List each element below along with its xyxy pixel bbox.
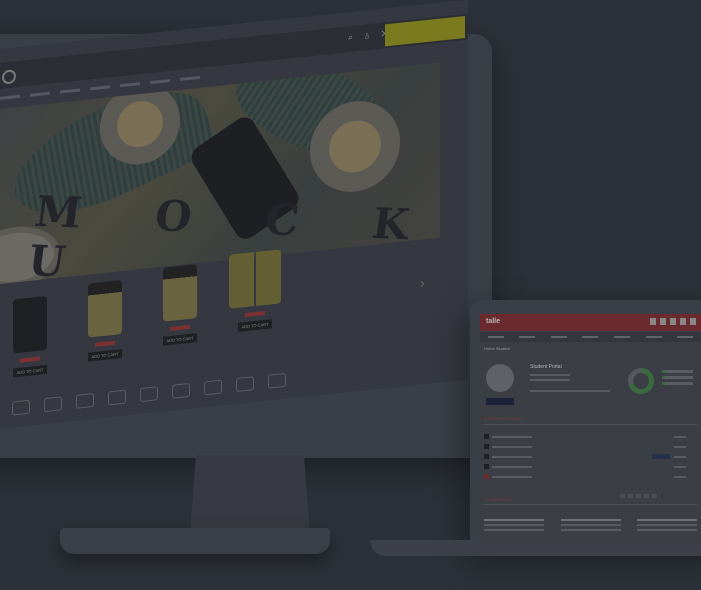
notifications-title: MY NOTIFICATIONS [484, 416, 522, 421]
portal-tab[interactable] [645, 336, 662, 338]
header-icon[interactable] [670, 318, 676, 325]
breadcrumb[interactable]: Home Student [484, 346, 510, 351]
category-icon[interactable] [76, 392, 94, 409]
category-icon[interactable] [172, 382, 190, 399]
add-to-cart-button[interactable]: ADD TO CART [163, 333, 197, 346]
timetable-day[interactable] [637, 519, 697, 534]
portal-tab[interactable] [582, 336, 599, 338]
shop-logo[interactable] [2, 69, 16, 85]
notification-row[interactable] [484, 464, 697, 471]
nav-item[interactable] [90, 85, 110, 91]
portal-tab[interactable] [677, 336, 694, 338]
product-card[interactable]: ADD TO CART [225, 249, 285, 365]
donut-legend [662, 370, 693, 388]
add-to-cart-button[interactable]: ADD TO CART [238, 319, 272, 332]
portal-header-icons [650, 318, 696, 325]
discount-badge [245, 310, 265, 318]
timetable [484, 519, 697, 534]
portal-tab[interactable] [487, 336, 504, 338]
page-button[interactable] [628, 494, 633, 498]
category-icon[interactable] [108, 389, 126, 406]
category-icon[interactable] [12, 399, 30, 416]
avatar [486, 364, 514, 392]
product-image[interactable] [229, 249, 281, 309]
page-button[interactable] [636, 494, 641, 498]
page-button[interactable] [644, 494, 649, 498]
portal-tabs [480, 332, 701, 342]
discount-badge [20, 356, 40, 363]
discount-badge [95, 340, 115, 347]
header-icon[interactable] [650, 318, 656, 325]
nav-item[interactable] [30, 91, 50, 97]
category-icon[interactable] [44, 396, 62, 413]
add-to-cart-button[interactable]: ADD TO CART [13, 364, 47, 378]
page-title: Student Portal [530, 364, 562, 370]
portal-header: talle [480, 314, 701, 331]
notification-row[interactable] [484, 474, 697, 481]
mockup-scene: ⌕ ♙ ✕ M O C K U ADD TO CART ADD TO CART … [0, 0, 701, 590]
page-button[interactable] [620, 494, 625, 498]
product-image[interactable] [13, 295, 47, 354]
timetable-title: MY TIMETABLE [484, 497, 513, 502]
timetable-day[interactable] [560, 519, 621, 534]
notification-row[interactable] [484, 434, 697, 441]
nav-item[interactable] [150, 78, 170, 85]
category-icon[interactable] [204, 379, 222, 396]
product-card[interactable]: ADD TO CART [150, 263, 210, 379]
pagination [620, 494, 657, 498]
monitor-screen: ⌕ ♙ ✕ M O C K U ADD TO CART ADD TO CART … [0, 0, 468, 433]
monitor-stand [190, 455, 310, 535]
header-icon[interactable] [660, 318, 666, 325]
monitor-stand-base [60, 528, 330, 554]
profile-details [530, 374, 570, 384]
nav-item[interactable] [0, 94, 20, 100]
cart-button[interactable] [385, 15, 465, 47]
notification-row[interactable] [484, 444, 697, 451]
timetable-day[interactable] [484, 519, 544, 534]
divider [484, 424, 697, 425]
divider [484, 504, 697, 505]
portal-tab[interactable] [519, 336, 536, 338]
carousel-next-icon[interactable]: › [420, 274, 425, 290]
discount-badge [170, 324, 190, 331]
category-icon[interactable] [236, 376, 254, 393]
portal-logo[interactable]: talle [486, 318, 500, 325]
nav-item[interactable] [180, 75, 200, 81]
program-select[interactable] [530, 390, 610, 392]
nav-item[interactable] [120, 82, 140, 88]
progress-donut [628, 368, 654, 394]
product-image[interactable] [88, 280, 122, 338]
product-card[interactable]: ADD TO CART [0, 295, 60, 411]
notification-row[interactable] [484, 454, 697, 461]
laptop-screen: talle Home Student Student Portal MY NOT… [480, 314, 701, 544]
edit-profile-button[interactable] [486, 398, 514, 405]
header-icon[interactable] [690, 318, 696, 325]
nav-item[interactable] [60, 88, 80, 94]
product-card[interactable]: ADD TO CART [75, 279, 135, 395]
portal-tab[interactable] [614, 336, 631, 338]
add-to-cart-button[interactable]: ADD TO CART [88, 349, 122, 362]
page-button[interactable] [652, 494, 657, 498]
header-icon[interactable] [680, 318, 686, 325]
portal-tab[interactable] [550, 336, 567, 338]
category-icon[interactable] [140, 386, 158, 403]
product-image[interactable] [163, 264, 197, 322]
category-icon[interactable] [268, 372, 286, 389]
